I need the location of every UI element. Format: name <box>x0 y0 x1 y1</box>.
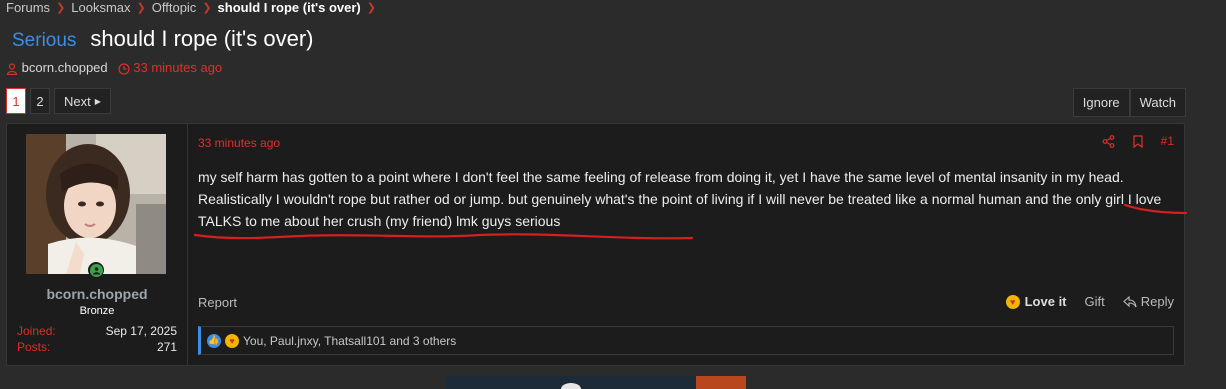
post-tools: #1 <box>1102 134 1174 148</box>
avatar[interactable] <box>26 134 166 274</box>
clock-icon <box>118 62 130 75</box>
pagination: 1 2 Next ▶ <box>6 88 111 114</box>
post-username[interactable]: bcorn.chopped <box>7 286 187 302</box>
page-title: should I rope (it's over) <box>90 26 314 51</box>
user-online-icon <box>92 266 100 274</box>
reply-label: Reply <box>1140 294 1174 309</box>
thread-title-row: Serious should I rope (it's over) <box>12 26 314 52</box>
breadcrumb-looksmax[interactable]: Looksmax <box>71 0 130 15</box>
heart-eyes-icon: ♥ <box>225 333 239 348</box>
page-2-button[interactable]: 2 <box>30 88 50 114</box>
posts-label: Posts: <box>17 340 51 354</box>
chevron-right-icon: ❯ <box>366 1 376 14</box>
post-content: 33 minutes ago #1 my self harm has gotte… <box>188 124 1184 365</box>
watch-button[interactable]: Watch <box>1129 88 1186 117</box>
report-link[interactable]: Report <box>198 295 237 310</box>
reply-button[interactable]: Reply <box>1122 294 1174 309</box>
avatar-image <box>26 134 166 274</box>
thread-author-name[interactable]: bcorn.chopped <box>22 60 108 75</box>
posts-value[interactable]: 271 <box>157 340 177 354</box>
breadcrumb: Forums ❯ Looksmax ❯ Offtopic ❯ should I … <box>6 0 376 15</box>
thread-prefix[interactable]: Serious <box>12 30 76 52</box>
post-body: my self harm has gotten to a point where… <box>198 169 1162 229</box>
post-number[interactable]: #1 <box>1161 134 1174 148</box>
breadcrumb-current[interactable]: should I rope (it's over) <box>218 0 361 15</box>
love-it-label: Love it <box>1024 294 1067 309</box>
post: bcorn.chopped Bronze Joined: Sep 17, 202… <box>6 123 1185 366</box>
user-rank: Bronze <box>79 305 115 317</box>
online-status-indicator <box>88 262 104 278</box>
page-1-button[interactable]: 1 <box>6 88 26 114</box>
bookmark-icon[interactable] <box>1132 134 1143 148</box>
caret-right-icon: ▶ <box>94 96 101 106</box>
partial-next-image <box>446 376 746 389</box>
post-time[interactable]: 33 minutes ago <box>198 136 280 150</box>
chevron-right-icon: ❯ <box>136 1 146 14</box>
love-it-button[interactable]: ♥ Love it <box>1005 294 1067 309</box>
thread-author[interactable]: bcorn.chopped <box>6 60 108 75</box>
joined-label: Joined: <box>17 324 56 338</box>
reactions-bar[interactable]: 👍 ♥ You, Paul.jnxy, Thatsall101 and 3 ot… <box>198 326 1174 355</box>
chevron-right-icon: ❯ <box>202 1 212 14</box>
user-posts: Posts: 271 <box>17 340 177 354</box>
thread-time[interactable]: 33 minutes ago <box>118 60 222 75</box>
next-label: Next <box>64 93 91 109</box>
thumbs-up-icon: 👍 <box>207 333 221 348</box>
heart-eyes-icon: ♥ <box>1005 294 1020 309</box>
user-icon <box>6 62 18 75</box>
post-user-column: bcorn.chopped Bronze Joined: Sep 17, 202… <box>7 124 188 365</box>
user-joined: Joined: Sep 17, 2025 <box>17 324 177 338</box>
joined-value: Sep 17, 2025 <box>105 324 177 338</box>
thread-meta: bcorn.chopped 33 minutes ago <box>6 60 222 75</box>
reply-icon <box>1122 295 1137 307</box>
breadcrumb-offtopic[interactable]: Offtopic <box>152 0 197 15</box>
gift-button[interactable]: Gift <box>1085 294 1105 309</box>
thread-time-text[interactable]: 33 minutes ago <box>133 60 222 75</box>
thread-actions: Ignore Watch <box>1072 88 1186 117</box>
breadcrumb-forums[interactable]: Forums <box>6 0 50 15</box>
next-page-button[interactable]: Next ▶ <box>54 88 111 114</box>
ignore-button[interactable]: Ignore <box>1072 88 1130 117</box>
chevron-right-icon: ❯ <box>56 1 66 14</box>
reactions-text[interactable]: You, Paul.jnxy, Thatsall101 and 3 others <box>243 334 456 348</box>
share-icon[interactable] <box>1102 134 1115 148</box>
post-footer-actions: ♥ Love it Gift Reply <box>1005 294 1174 309</box>
